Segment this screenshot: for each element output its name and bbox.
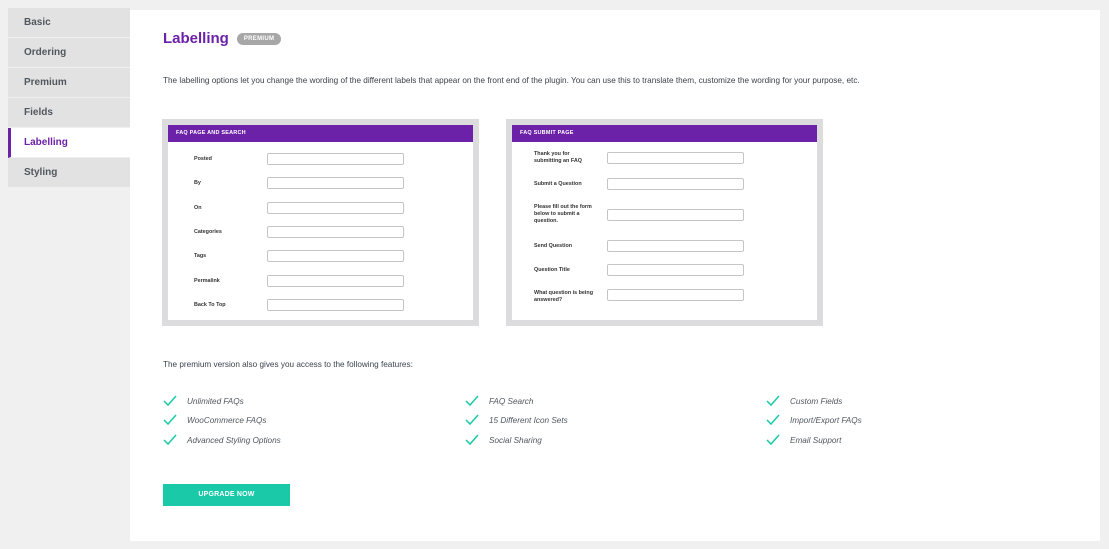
sidebar-item-premium[interactable]: Premium: [8, 68, 130, 98]
faq-submit-preview-header: FAQ SUBMIT PAGE: [512, 125, 817, 142]
feature-item: Email Support: [766, 434, 841, 446]
submit-input-send-question: [607, 240, 744, 252]
page-title: Labelling: [163, 30, 229, 47]
intro-text: The labelling options let you change the…: [163, 76, 860, 85]
feature-item: Import/Export FAQs: [766, 414, 862, 426]
premium-badge: PREMIUM: [236, 32, 282, 45]
checkmark-icon: [465, 414, 479, 426]
main-panel: Labelling PREMIUM The labelling options …: [130, 10, 1100, 541]
faq-label-categories: Categories: [194, 229, 222, 235]
feature-label: 15 Different Icon Sets: [489, 415, 568, 425]
sidebar-item-basic[interactable]: Basic: [8, 8, 130, 38]
feature-item: 15 Different Icon Sets: [465, 414, 568, 426]
title-row: Labelling PREMIUM: [163, 30, 282, 47]
faq-input-back-to-top: [267, 299, 404, 311]
feature-label: WooCommerce FAQs: [187, 415, 267, 425]
checkmark-icon: [766, 434, 780, 446]
submit-label-what-question: What question is being answered?: [534, 290, 593, 303]
sidebar-item-fields[interactable]: Fields: [8, 98, 130, 128]
faq-input-permalink: [267, 275, 404, 287]
faq-input-on: [267, 202, 404, 214]
faq-input-by: [267, 177, 404, 189]
submit-input-thank-you: [607, 152, 744, 164]
faq-label-posted: Posted: [194, 156, 212, 162]
checkmark-icon: [163, 414, 177, 426]
feature-item: Social Sharing: [465, 434, 542, 446]
sidebar-item-labelling[interactable]: Labelling: [8, 128, 130, 158]
faq-page-preview-header: FAQ PAGE AND SEARCH: [168, 125, 473, 142]
submit-label-please-fill: Please fill out the form below to submit…: [534, 204, 592, 224]
submit-label-thank-you: Thank you for submitting an FAQ: [534, 151, 582, 164]
sidebar-item-styling[interactable]: Styling: [8, 158, 130, 188]
checkmark-icon: [465, 395, 479, 407]
feature-item: FAQ Search: [465, 395, 533, 407]
feature-label: Email Support: [790, 435, 842, 445]
feature-label: Custom Fields: [790, 396, 843, 406]
submit-input-what-question: [607, 289, 744, 301]
settings-sidebar: Basic Ordering Premium Fields Labelling …: [8, 8, 130, 188]
feature-label: Advanced Styling Options: [187, 435, 281, 445]
features-intro: The premium version also gives you acces…: [163, 360, 413, 369]
checkmark-icon: [163, 434, 177, 446]
feature-label: Unlimited FAQs: [187, 396, 244, 406]
faq-input-tags: [267, 250, 404, 262]
feature-item: WooCommerce FAQs: [163, 414, 266, 426]
checkmark-icon: [766, 395, 780, 407]
submit-label-send-question: Send Question: [534, 243, 573, 249]
submit-input-please-fill: [607, 209, 744, 221]
submit-input-question-title: [607, 264, 744, 276]
checkmark-icon: [163, 395, 177, 407]
faq-input-posted: [267, 153, 404, 165]
feature-item: Custom Fields: [766, 395, 842, 407]
faq-label-back-to-top: Back To Top: [194, 302, 226, 308]
submit-label-submit-question: Submit a Question: [534, 181, 582, 187]
feature-label: FAQ Search: [489, 396, 534, 406]
faq-page-preview: FAQ PAGE AND SEARCH Posted By On Categor…: [162, 119, 479, 326]
feature-label: Social Sharing: [489, 435, 542, 445]
sidebar-item-ordering[interactable]: Ordering: [8, 38, 130, 68]
feature-item: Advanced Styling Options: [163, 434, 281, 446]
feature-item: Unlimited FAQs: [163, 395, 244, 407]
checkmark-icon: [465, 434, 479, 446]
checkmark-icon: [766, 414, 780, 426]
faq-label-by: By: [194, 180, 201, 186]
faq-label-permalink: Permalink: [194, 278, 220, 284]
faq-submit-preview: FAQ SUBMIT PAGE Thank you for submitting…: [506, 119, 823, 326]
faq-label-tags: Tags: [194, 253, 207, 259]
upgrade-now-button[interactable]: UPGRADE NOW: [163, 484, 290, 506]
submit-input-submit-question: [607, 178, 744, 190]
faq-label-on: On: [194, 205, 202, 211]
submit-label-question-title: Question Title: [534, 267, 570, 273]
faq-input-categories: [267, 226, 404, 238]
feature-label: Import/Export FAQs: [790, 415, 862, 425]
